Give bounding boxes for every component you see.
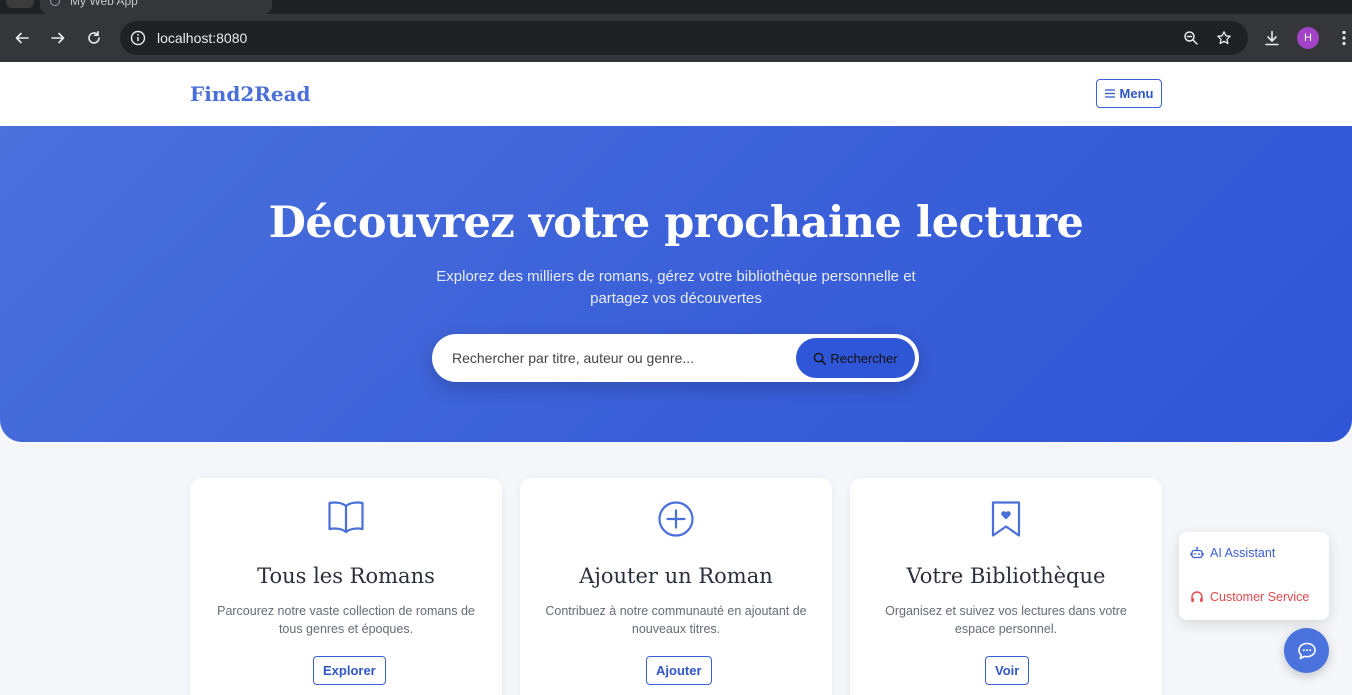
- back-button[interactable]: [10, 26, 34, 50]
- headset-icon: [1191, 591, 1203, 602]
- hero-section: Découvrez votre prochaine lecture Explor…: [0, 126, 1352, 442]
- browser-toolbar: localhost:8080 H: [0, 14, 1352, 62]
- chat-bubble-icon: [1297, 642, 1316, 659]
- card-title: Votre Bibliothèque: [906, 564, 1106, 588]
- customer-service-option[interactable]: Customer Service: [1190, 587, 1309, 607]
- site-header: Find2Read Menu: [0, 62, 1352, 126]
- more-vertical-icon: [1342, 30, 1346, 46]
- view-button[interactable]: Voir: [985, 656, 1030, 685]
- browser-tabstrip: My Web App: [0, 0, 1352, 14]
- forward-button[interactable]: [46, 26, 70, 50]
- hero-title: Découvrez votre prochaine lecture: [268, 198, 1084, 248]
- search-icon: [814, 352, 827, 365]
- reload-icon: [88, 31, 100, 44]
- card-title: Tous les Romans: [257, 564, 435, 588]
- menu-button[interactable]: Menu: [1096, 79, 1162, 108]
- customer-service-label: Customer Service: [1210, 590, 1310, 604]
- chat-options-menu: AI Assistant Customer Service: [1179, 532, 1329, 620]
- tab-title: My Web App: [70, 0, 138, 8]
- hero-subtitle: Explorez des milliers de romans, gérez v…: [436, 268, 916, 307]
- card-add-novel: Ajouter un Roman Contribuez à notre comm…: [520, 478, 832, 695]
- bookmark-heart-icon: [850, 500, 1162, 540]
- globe-icon: [50, 0, 60, 6]
- book-open-icon: [190, 500, 502, 540]
- card-library: Votre Bibliothèque Organisez et suivez v…: [850, 478, 1162, 695]
- download-icon: [1265, 30, 1279, 46]
- zoom-icon[interactable]: [1181, 28, 1201, 48]
- site-logo[interactable]: Find2Read: [190, 82, 311, 106]
- profile-avatar[interactable]: H: [1297, 27, 1319, 49]
- bookmark-star-icon[interactable]: [1214, 28, 1234, 48]
- search-button[interactable]: Rechercher: [796, 338, 915, 378]
- search-button-label: Rechercher: [830, 350, 898, 366]
- tab-search-button[interactable]: [6, 0, 34, 8]
- hamburger-icon: [1104, 89, 1115, 98]
- add-button[interactable]: Ajouter: [646, 656, 712, 685]
- card-title: Ajouter un Roman: [579, 564, 773, 588]
- arrow-left-icon: [15, 32, 29, 44]
- search-input[interactable]: [452, 346, 792, 370]
- search-bar: Rechercher: [432, 334, 919, 382]
- explore-button[interactable]: Explorer: [313, 656, 386, 685]
- card-description: Parcourez notre vaste collection de roma…: [217, 604, 475, 636]
- browser-tab-active[interactable]: My Web App: [40, 0, 272, 14]
- address-bar[interactable]: localhost:8080: [120, 21, 1248, 55]
- url-text: localhost:8080: [157, 30, 248, 46]
- menu-button-label: Menu: [1119, 86, 1154, 101]
- arrow-right-icon: [51, 32, 65, 44]
- card-all-novels: Tous les Romans Parcourez notre vaste co…: [190, 478, 502, 695]
- chat-toggle-button[interactable]: [1284, 628, 1329, 673]
- ai-assistant-option[interactable]: AI Assistant: [1190, 543, 1275, 563]
- downloads-button[interactable]: [1260, 26, 1284, 50]
- browser-menu-button[interactable]: [1332, 26, 1352, 50]
- ai-assistant-label: AI Assistant: [1210, 546, 1276, 560]
- card-description: Contribuez à notre communauté en ajoutan…: [545, 604, 807, 636]
- site-info-icon[interactable]: [128, 28, 148, 48]
- reload-button[interactable]: [82, 26, 106, 50]
- card-description: Organisez et suivez vos lectures dans vo…: [885, 604, 1127, 636]
- robot-icon: [1190, 546, 1204, 559]
- plus-circle-icon: [520, 500, 832, 540]
